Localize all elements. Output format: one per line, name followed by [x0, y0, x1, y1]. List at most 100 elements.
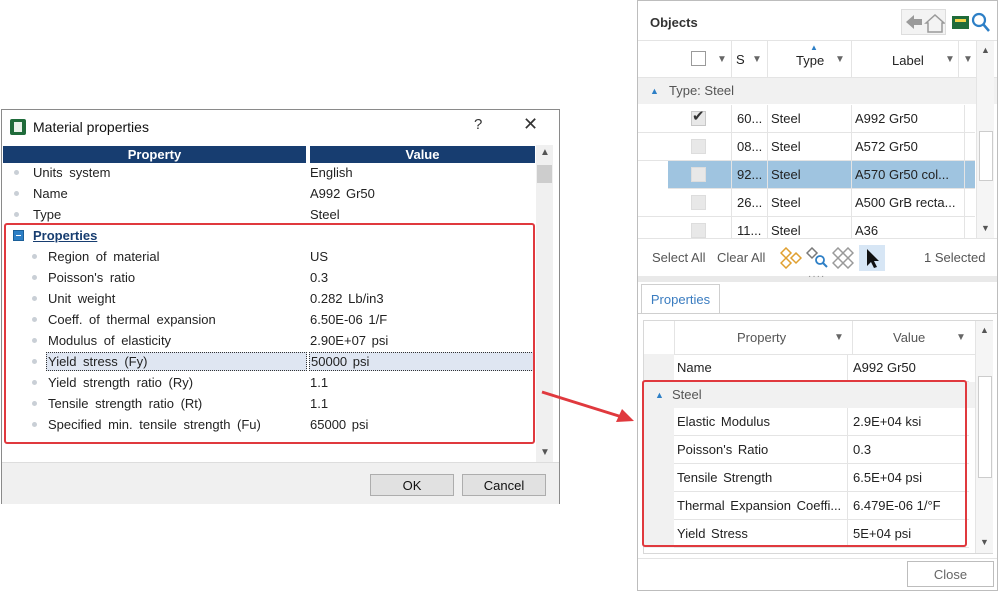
row-type: Steel — [771, 223, 801, 238]
check-icon: ✔ — [692, 108, 705, 125]
dialog-title: Material properties — [33, 119, 149, 135]
selected-count: 1 Selected — [924, 250, 986, 265]
row-value: English — [310, 165, 353, 180]
grid-row[interactable]: Units system English — [3, 162, 535, 183]
select-connected-icon[interactable] — [780, 247, 802, 269]
row-s: 08... — [737, 139, 763, 154]
scroll-down-icon[interactable]: ▼ — [981, 223, 990, 233]
type-column-header[interactable]: Type — [796, 53, 824, 68]
filter-icon[interactable]: ▼ — [945, 54, 955, 65]
object-row[interactable]: ✔ 60... Steel A992 Gr50 — [638, 105, 975, 133]
object-row-selected[interactable]: 92... Steel A570 Gr50 col... — [668, 161, 975, 189]
row-value: Steel — [310, 207, 340, 222]
group-label: Type: Steel — [669, 83, 735, 98]
row-s: 11... — [737, 223, 762, 238]
scroll-up-icon[interactable]: ▲ — [540, 147, 550, 158]
row-label: A570 Gr50 col... — [855, 167, 949, 182]
row-label: A500 GrB recta... — [855, 195, 956, 210]
row-value: A992 Gr50 — [310, 186, 375, 201]
ok-button[interactable]: OK — [370, 474, 454, 496]
close-icon[interactable]: ✕ — [523, 114, 538, 135]
highlight-box — [642, 380, 967, 547]
row-type: Steel — [771, 195, 801, 210]
objects-table: ▼ S ▼ ▲ Type ▼ Label ▼ ▼ ▲ Type: Steel ✔… — [638, 40, 997, 238]
object-row[interactable]: 26... Steel A500 GrB recta... — [638, 189, 975, 217]
grip-icon: ···· — [808, 271, 826, 282]
row-s: 60... — [737, 111, 763, 126]
value-column-header[interactable]: Value — [893, 330, 925, 345]
bullet-icon — [14, 170, 19, 175]
filter-icon[interactable]: ▼ — [834, 332, 844, 343]
object-row[interactable]: 08... Steel A572 Gr50 — [638, 133, 975, 161]
select-all-button[interactable]: Select All — [652, 250, 705, 265]
property-column-header[interactable]: Property — [3, 146, 306, 163]
row-checkbox[interactable] — [691, 223, 706, 238]
row-label: A992 Gr50 — [855, 111, 918, 126]
row-checkbox[interactable] — [691, 195, 706, 210]
row-checkbox[interactable] — [691, 167, 706, 182]
sort-asc-icon: ▲ — [810, 43, 818, 52]
dialog-footer: OK Cancel — [2, 462, 559, 504]
row-type: Steel — [771, 139, 801, 154]
filter-icon[interactable]: ▼ — [717, 54, 727, 65]
row-s: 92... — [737, 167, 763, 182]
objects-toolbar — [901, 9, 996, 35]
dialog-titlebar: Material properties ? ✕ — [2, 110, 559, 144]
collapse-icon[interactable]: ▲ — [650, 78, 659, 104]
s-column-header[interactable]: S — [736, 52, 745, 67]
properties-scrollbar[interactable]: ▲ ▼ — [975, 321, 993, 553]
row-label: Type — [33, 207, 62, 222]
filter-icon[interactable]: ▼ — [752, 54, 762, 65]
cursor-icon — [867, 249, 879, 268]
scrollbar-thumb[interactable] — [978, 376, 992, 478]
grid-row[interactable]: Name A992 Gr50 — [3, 183, 535, 204]
value-column-header[interactable]: Value — [310, 146, 535, 163]
filter-icon[interactable]: ▼ — [956, 332, 966, 343]
clear-all-button[interactable]: Clear All — [717, 250, 765, 265]
close-button[interactable]: Close — [907, 561, 994, 587]
objects-scrollbar[interactable]: ▲ ▼ — [976, 41, 994, 238]
row-checkbox[interactable] — [691, 139, 706, 154]
row-label: A36 — [855, 223, 879, 238]
row-label: Name — [677, 360, 712, 375]
tab-properties[interactable]: Properties — [641, 284, 720, 314]
row-type: Steel — [771, 111, 801, 126]
back-home-button[interactable] — [901, 9, 946, 35]
row-type: Steel — [771, 167, 801, 182]
filter-icon[interactable]: ▼ — [835, 54, 845, 65]
select-search-icon[interactable] — [806, 247, 828, 269]
row-label: A572 Gr50 — [855, 139, 918, 154]
select-similar-icon[interactable] — [832, 247, 854, 269]
grid-row[interactable]: Type Steel — [3, 204, 535, 225]
properties-table-header: Property ▼ Value ▼ — [644, 321, 976, 355]
scroll-up-icon[interactable]: ▲ — [981, 45, 990, 55]
highlight-box — [4, 223, 535, 444]
property-column-header[interactable]: Property — [737, 330, 786, 345]
type-steel-group[interactable]: ▲ Type: Steel — [638, 78, 997, 104]
app-icon — [10, 119, 26, 135]
splitter[interactable]: ···· — [638, 271, 997, 282]
filter-icon[interactable]: ▼ — [963, 54, 973, 65]
row-s: 26... — [737, 195, 763, 210]
bullet-icon — [14, 212, 19, 217]
scroll-up-icon[interactable]: ▲ — [980, 325, 989, 335]
label-column-header[interactable]: Label — [892, 53, 924, 68]
scroll-down-icon[interactable]: ▼ — [980, 537, 989, 547]
property-row-name[interactable]: Name A992 Gr50 — [674, 354, 969, 382]
select-all-checkbox[interactable] — [691, 51, 706, 66]
select-tools-button[interactable] — [949, 9, 995, 35]
row-label: Units system — [33, 165, 111, 180]
row-label: Name — [33, 186, 68, 201]
scrollbar-thumb[interactable] — [979, 131, 993, 181]
cancel-button[interactable]: Cancel — [462, 474, 546, 496]
objects-title: Objects — [650, 15, 698, 30]
object-row[interactable]: 11... Steel A36 — [638, 217, 975, 238]
help-button[interactable]: ? — [474, 116, 482, 133]
row-value: A992 Gr50 — [853, 360, 916, 375]
scrollbar-thumb[interactable] — [537, 165, 552, 183]
scroll-down-icon[interactable]: ▼ — [540, 447, 550, 458]
arrow-icon — [541, 390, 634, 422]
objects-table-header: ▼ S ▼ ▲ Type ▼ Label ▼ ▼ — [638, 41, 997, 78]
bullet-icon — [14, 191, 19, 196]
pointer-tool-button[interactable] — [859, 245, 885, 271]
